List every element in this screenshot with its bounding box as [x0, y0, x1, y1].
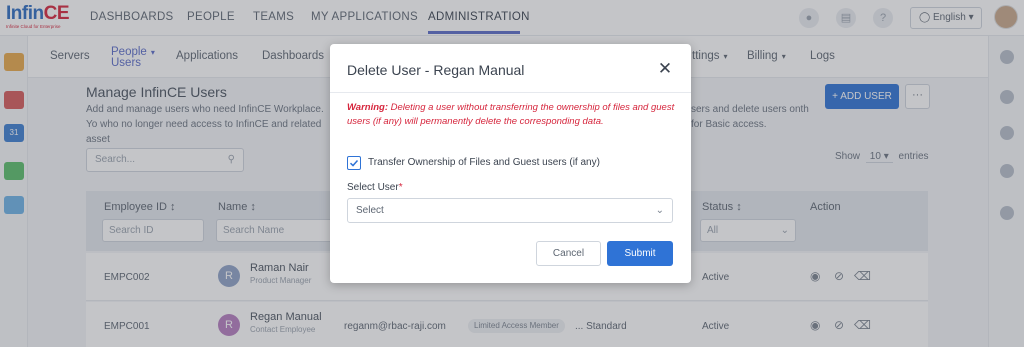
transfer-ownership-label[interactable]: Transfer Ownership of Files and Guest us… [368, 157, 600, 168]
submit-button[interactable]: Submit [607, 241, 673, 266]
dialog-divider [330, 92, 691, 93]
checkmark-icon [349, 159, 359, 167]
select-user-label: Select User* [347, 182, 403, 193]
delete-user-dialog: Delete User - Regan Manual ✕ Warning: De… [330, 44, 691, 283]
dialog-title: Delete User - Regan Manual [347, 62, 525, 78]
cancel-button[interactable]: Cancel [536, 241, 601, 266]
transfer-ownership-checkbox[interactable] [347, 156, 361, 170]
chevron-down-icon: ⌄ [655, 205, 664, 216]
select-user-dropdown[interactable]: Select ⌄ [347, 198, 673, 223]
warning-message: Warning: Deleting a user without transfe… [347, 102, 675, 127]
close-icon[interactable]: ✕ [656, 60, 674, 78]
